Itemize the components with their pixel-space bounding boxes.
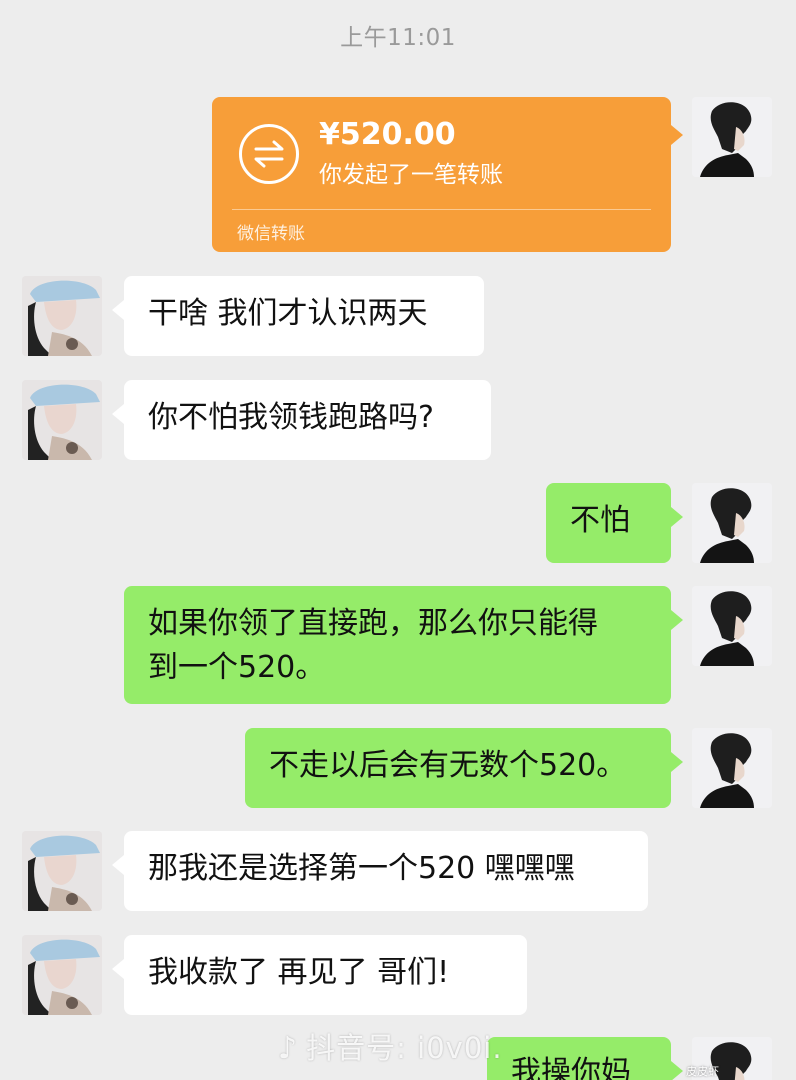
transfer-description: 你发起了一笔转账 (319, 162, 503, 188)
transfer-label: 微信转账 (237, 224, 305, 244)
douyin-watermark: ♪ 抖音号: i0v0i. (278, 1025, 503, 1067)
bubble-tail (671, 1061, 683, 1080)
tiktok-note-icon: ♪ (278, 1031, 299, 1066)
message-bubble[interactable]: 不走以后会有无数个520。 (245, 728, 671, 808)
bubble-tail (671, 752, 683, 772)
contact-avatar[interactable] (22, 276, 102, 356)
transfer-card[interactable]: ¥520.00 你发起了一笔转账 微信转账 (212, 97, 671, 252)
transfer-icon (239, 124, 299, 184)
bubble-tail (671, 125, 683, 145)
chat-row: 我收款了 再见了 哥们! (0, 935, 796, 1015)
my-avatar[interactable] (692, 97, 772, 177)
contact-avatar[interactable] (22, 935, 102, 1015)
my-avatar[interactable] (692, 483, 772, 563)
bubble-tail (671, 507, 683, 527)
my-avatar[interactable] (692, 586, 772, 666)
bubble-tail (112, 959, 124, 979)
contact-avatar[interactable] (22, 380, 102, 460)
chat-row: 如果你领了直接跑，那么你只能得 到一个520。 (0, 586, 796, 704)
message-bubble[interactable]: 那我还是选择第一个520 嘿嘿嘿 (124, 831, 648, 911)
contact-avatar[interactable] (22, 831, 102, 911)
message-bubble[interactable]: 干啥 我们才认识两天 (124, 276, 484, 356)
bubble-tail (112, 855, 124, 875)
chat-row: 干啥 我们才认识两天 (0, 276, 796, 356)
transfer-amount: ¥520.00 (319, 117, 456, 152)
message-timestamp: 上午11:01 (340, 25, 456, 51)
message-bubble[interactable]: 我操你妈 (487, 1037, 671, 1080)
chat-row-transfer: ¥520.00 你发起了一笔转账 微信转账 (0, 97, 796, 257)
chat-row: 你不怕我领钱跑路吗? (0, 380, 796, 460)
message-bubble[interactable]: 你不怕我领钱跑路吗? (124, 380, 491, 460)
message-bubble[interactable]: 如果你领了直接跑，那么你只能得 到一个520。 (124, 586, 671, 704)
transfer-divider (232, 209, 651, 210)
message-bubble[interactable]: 我收款了 再见了 哥们! (124, 935, 527, 1015)
bubble-tail (671, 610, 683, 630)
bubble-tail (112, 300, 124, 320)
my-avatar[interactable] (692, 728, 772, 808)
chat-row: 那我还是选择第一个520 嘿嘿嘿 (0, 831, 796, 911)
message-bubble[interactable]: 不怕 (546, 483, 671, 563)
pipixia-watermark: 皮皮虾 (686, 1065, 719, 1078)
chat-row: 不走以后会有无数个520。 (0, 728, 796, 808)
bubble-tail (112, 404, 124, 424)
watermark-text: 抖音号: i0v0i. (306, 1031, 503, 1065)
chat-row: 不怕 (0, 483, 796, 563)
